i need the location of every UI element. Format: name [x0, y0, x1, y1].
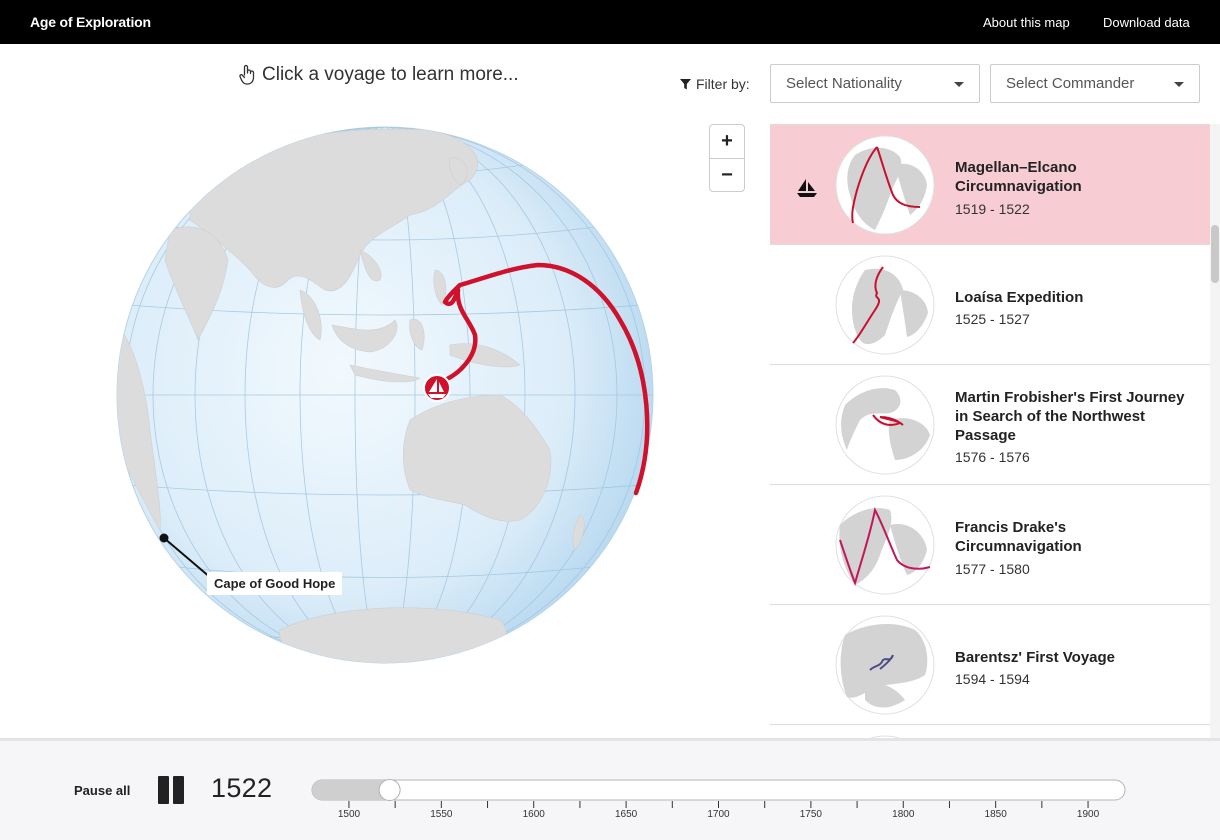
voyage-thumbnail-globe — [835, 135, 935, 235]
filter-label: Filter by: — [680, 76, 750, 92]
commander-select-text: Select Commander — [1006, 75, 1135, 92]
pause-button[interactable] — [157, 776, 185, 804]
voyage-item-loaisa[interactable]: Loaísa Expedition 1525 - 1527 — [770, 245, 1210, 365]
voyage-item-frobisher[interactable]: Martin Frobisher's First Journey in Sear… — [770, 365, 1210, 485]
cape-of-good-hope-label: Cape of Good Hope — [207, 572, 343, 595]
pause-all-label: Pause all — [74, 783, 131, 798]
voyage-years: 1594 - 1594 — [955, 671, 1030, 687]
zoom-out-button[interactable]: − — [710, 158, 744, 191]
hint-text: Click a voyage to learn more... — [262, 64, 519, 85]
slider-tick-label: 1900 — [1077, 809, 1100, 820]
pointer-hand-icon — [239, 64, 255, 85]
voyage-thumbnail-globe — [835, 375, 935, 475]
sailboat-icon — [797, 179, 817, 197]
voyage-title: Francis Drake's Circumnavigation — [955, 519, 1082, 555]
nationality-select[interactable]: Select Nationality — [770, 64, 980, 103]
globe-map[interactable] — [110, 120, 660, 670]
about-link[interactable]: About this map — [983, 15, 1070, 30]
voyage-title: Loaísa Expedition — [955, 289, 1084, 306]
filter-label-text: Filter by: — [696, 76, 750, 92]
voyage-thumbnail-globe — [835, 255, 935, 355]
voyage-item-drake[interactable]: Francis Drake's Circumnavigation 1577 - … — [770, 485, 1210, 605]
slider-tick-label: 1750 — [800, 809, 823, 820]
pause-icon — [173, 776, 184, 804]
chevron-down-icon — [954, 82, 964, 87]
annotation-dot — [159, 533, 169, 543]
app-root: Age of Exploration About this map Downlo… — [0, 0, 1220, 840]
pause-icon — [158, 776, 169, 804]
voyage-item-magellan[interactable]: Magellan–Elcano Circumnavigation 1519 - … — [770, 125, 1210, 245]
voyage-title: Barentsz' First Voyage — [955, 649, 1116, 666]
nationality-select-text: Select Nationality — [786, 75, 902, 92]
current-year-readout: 1522 — [211, 773, 273, 803]
voyage-years: 1576 - 1576 — [955, 449, 1030, 465]
slider-tick-label: 1600 — [523, 809, 546, 820]
app-title: Age of Exploration — [30, 14, 151, 30]
slider-tick-label: 1550 — [430, 809, 453, 820]
top-bar: Age of Exploration About this map Downlo… — [0, 0, 1220, 44]
slider-handle[interactable] — [378, 779, 401, 801]
download-data-link[interactable]: Download data — [1103, 15, 1190, 30]
commander-select[interactable]: Select Commander — [990, 64, 1200, 103]
voyage-list-scrollbar[interactable] — [1210, 124, 1220, 740]
voyage-thumbnail-globe — [835, 615, 935, 715]
voyage-title: Martin Frobisher's First Journey in Sear… — [955, 389, 1185, 444]
click-hint: Click a voyage to learn more... — [238, 62, 519, 88]
slider-tick-label: 1700 — [707, 809, 730, 820]
filter-icon — [680, 78, 691, 89]
voyage-thumbnail-globe — [835, 495, 935, 595]
slider-tick-label: 1850 — [985, 809, 1008, 820]
year-slider[interactable]: 1500 1550 1600 1650 1700 1750 1800 1850 1900 — [300, 770, 1140, 822]
voyage-item-barentsz[interactable]: Barentsz' First Voyage 1594 - 1594 — [770, 605, 1210, 725]
scrollbar-thumb[interactable] — [1211, 225, 1219, 283]
slider-tick-label: 1500 — [338, 809, 361, 820]
voyage-title: Magellan–Elcano Circumnavigation — [955, 159, 1082, 195]
slider-track[interactable] — [311, 779, 1126, 801]
ship-position-marker[interactable] — [423, 374, 451, 402]
voyage-list: Magellan–Elcano Circumnavigation 1519 - … — [770, 124, 1210, 740]
chevron-down-icon — [1174, 82, 1184, 87]
slider-fill — [312, 780, 390, 800]
zoom-in-button[interactable]: + — [710, 125, 744, 158]
slider-tick-label: 1800 — [892, 809, 915, 820]
slider-ticks: 1500 1550 1600 1650 1700 1750 1800 1850 1900 — [338, 801, 1100, 820]
slider-tick-label: 1650 — [615, 809, 638, 820]
voyage-years: 1525 - 1527 — [955, 311, 1030, 327]
voyage-years: 1577 - 1580 — [955, 561, 1030, 577]
zoom-controls: + − — [709, 124, 745, 192]
voyage-years: 1519 - 1522 — [955, 201, 1030, 217]
